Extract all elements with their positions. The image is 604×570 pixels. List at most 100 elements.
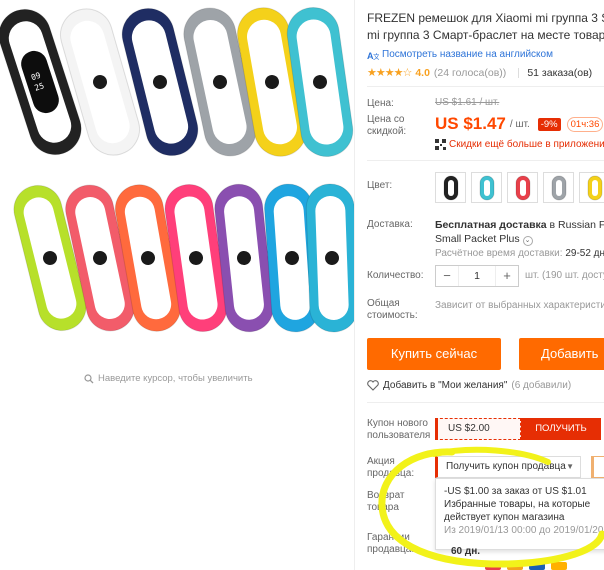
add-to-wishlist-link[interactable]: Добавить в "Мои желания" (6 добавили) [367,380,571,391]
coupon-offer: -US $1.00 за заказ от US $1.01 [444,486,587,497]
mastercard-icon [507,562,523,570]
color-swatch[interactable] [435,172,466,203]
wishlist-text[interactable]: Добавить в "Мои желания" [383,380,507,391]
guarantee-label: Гарантии продавца: [367,532,414,556]
rating-row: ★★★★☆ 4.0 (24 голоса(ов)) 51 заказа(ов) [367,66,593,80]
buy-now-button[interactable]: Купить сейчас [367,338,501,370]
product-title-line2: mi группа 3 Смарт-браслет на месте товар [367,28,604,42]
payment-icon [551,562,567,570]
seller-coupon-dropdown[interactable]: Получить купон продавца ▼ [435,456,581,478]
total-label: Общая стоимость: [367,298,418,322]
current-price: US $1.47 [435,114,506,133]
seller-coupon-text: Получить купон продавца [446,461,566,472]
translate-icon: A文 [367,51,379,60]
qr-code-icon [435,139,446,150]
discount-price-label: Цена со скидкой: [367,114,406,138]
app-promo-link[interactable]: Скидки ещё больше в приложени [435,139,604,150]
svg-text:文: 文 [373,52,379,60]
shipping-carrier: Small Packet Plus [435,233,520,245]
quantity-available-note: шт. (190 шт. доступ [525,270,604,281]
delivery-time-label: Расчётное время доставки: [435,248,563,259]
visa-icon [529,562,545,570]
discount-price-label-line2: скидкой: [367,126,407,137]
heart-icon [367,380,379,391]
band-thumbnail-icon [515,175,530,200]
product-gallery: 09 25 Наведите курсор, чтобы увеличить [0,0,354,570]
coupon-scope-line2: действует купон магазина [444,512,565,523]
product-title-line1: FREZEN ремешок для Xiaomi mi группа 3 S [367,11,604,25]
orders-count: 51 заказа(ов) [527,66,593,79]
total-label-line2: стоимость: [367,310,418,321]
shipping-free: Бесплатная доставка [435,219,547,231]
quantity-stepper: − 1 + [435,265,519,287]
product-detail-panel: FREZEN ремешок для Xiaomi mi группа 3 S … [354,0,604,570]
guarantee-label-line1: Гарантии [367,532,410,543]
mastercard-icon [485,562,501,570]
color-label: Цвет: [367,180,393,191]
color-swatch[interactable] [507,172,538,203]
caret-down-icon: ▼ [566,462,574,471]
color-swatch[interactable] [579,172,604,203]
old-price: US $1.61 / шт. [435,97,500,108]
magnifier-icon [84,373,94,383]
get-coupon-button[interactable]: ПОЛУЧИТЬ [521,418,601,440]
watch-band [305,183,354,333]
shipping-label: Доставка: [367,219,413,230]
returns-label-line2: товара [367,502,399,513]
total-note: Зависит от выбранных характеристи [435,300,604,311]
new-user-coupon-label-line1: Купон нового [367,418,428,429]
discount-price-label-line1: Цена со [367,114,405,125]
translate-link-text[interactable]: Посмотреть название на английском [382,49,553,60]
new-user-coupon-label-line2: пользователя [367,430,431,441]
returns-label-line1: Возврат [367,490,405,501]
color-swatches [435,172,604,203]
price-row: US $1.47 / шт. -9% 01ч:36 [435,114,604,134]
band-thumbnail-icon [551,175,566,200]
rating-votes-link[interactable]: (24 голоса(ов)) [434,67,506,79]
returns-label: Возврат товара [367,490,405,514]
total-label-line1: Общая [367,298,400,309]
payment-icons [485,562,567,570]
bands-illustration: 0925 [0,6,354,333]
guarantee-label-line2: продавца: [367,544,415,555]
divider [518,67,520,78]
new-user-coupon-value: US $2.00 [435,418,521,440]
price-label: Цена: [367,98,394,109]
quantity-input[interactable]: 1 [458,266,496,286]
seller-promo-label-line1: Акция [367,456,395,467]
divider [367,86,604,87]
quantity-decrease-button[interactable]: − [436,266,458,286]
countdown-timer: 01ч:36 [566,116,604,132]
band-thumbnail-icon [479,175,494,200]
rating-stars: ★★★★☆ [367,67,412,79]
chevron-down-icon[interactable]: ⌄ [522,236,533,246]
translate-title-link[interactable]: A文 Посмотреть название на английском [367,49,553,60]
quantity-label: Количество: [367,270,424,281]
shipping-destination: в Russian Fed [549,219,604,231]
add-to-cart-button[interactable]: Добавить [519,338,604,370]
product-title: FREZEN ремешок для Xiaomi mi группа 3 S … [367,10,604,44]
new-user-coupon-label: Купон нового пользователя [367,418,430,442]
product-main-image[interactable]: 09 25 [0,0,354,360]
delivery-time-value: 29-52 дн [565,248,604,259]
color-swatch[interactable] [471,172,502,203]
guarantee-value: 60 дн. [451,546,481,557]
seller-promo-label: Акция продавца: [367,456,414,480]
seller-coupon-secondary[interactable] [591,456,604,478]
band-thumbnail-icon [587,175,602,200]
seller-coupon-dropdown-menu[interactable]: -US $1.00 за заказ от US $1.01 Избранные… [435,478,604,550]
discount-badge: -9% [537,117,561,131]
quantity-increase-button[interactable]: + [496,266,518,286]
color-swatch[interactable] [543,172,574,203]
zoom-hint: Наведите курсор, чтобы увеличить [84,373,253,384]
divider [367,402,604,403]
coupon-validity: Из 2019/01/13 00:00 до 2019/01/20 [444,525,604,536]
band-thumbnail-icon [443,175,458,200]
seller-promo-label-line2: продавца: [367,468,415,479]
app-promo-text[interactable]: Скидки ещё больше в приложени [449,139,604,150]
divider [367,160,604,161]
shipping-method[interactable]: Бесплатная доставка в Russian Fed Small … [435,218,604,246]
wishlist-count: (6 добавили) [511,380,572,391]
price-unit: / шт. [509,118,530,130]
rating-value: 4.0 [415,66,430,79]
